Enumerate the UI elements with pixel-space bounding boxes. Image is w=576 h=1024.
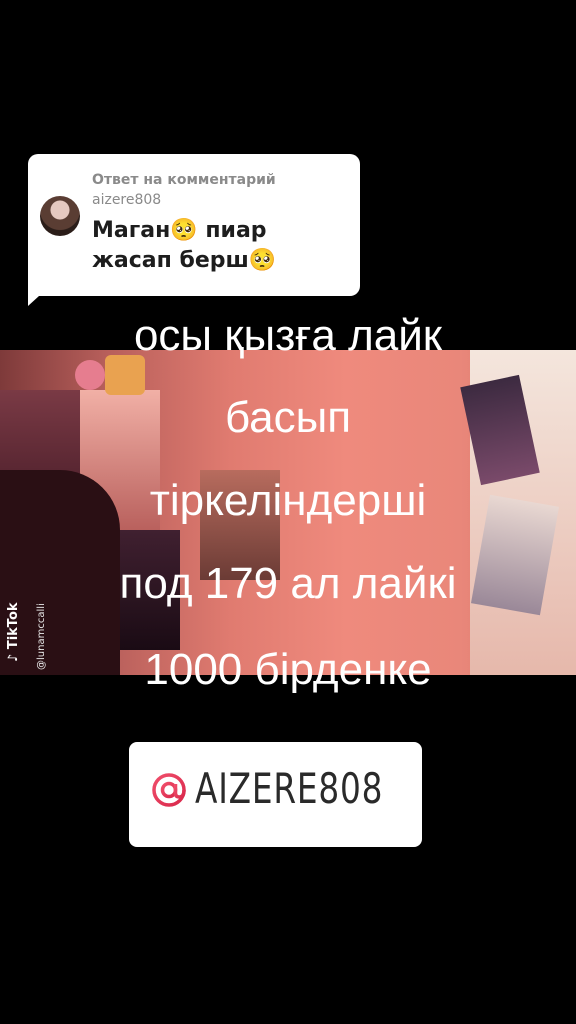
mention-handle: AIZERE808 [195, 764, 384, 813]
caption-line: 1000 бірденке [144, 645, 432, 694]
caption-line: тіркеліндерші [149, 476, 427, 525]
caption-line: осы қызға лайк [133, 311, 443, 360]
avatar [40, 196, 80, 236]
mention-sticker[interactable]: AIZERE808 [129, 742, 422, 847]
watermark-handle: @lunamccalli [36, 603, 47, 670]
patrick-toy [75, 360, 105, 390]
spongebob-toy [105, 355, 145, 395]
tiktok-watermark: ♪ TikTok @lunamccalli [6, 590, 56, 670]
at-sign-icon [152, 773, 186, 807]
tiktok-logo: ♪ TikTok [6, 602, 21, 662]
caption-line: басып [224, 393, 352, 442]
reply-comment-card[interactable]: Ответ на комментарий aizere808 Маган🥺 пи… [28, 154, 360, 296]
caption-line: под 179 ал лайкі [119, 559, 457, 608]
reply-username: aizere808 [92, 192, 162, 208]
reply-label: Ответ на комментарий [92, 172, 276, 188]
reply-comment-text: Маган🥺 пиар жасап берш🥺 [92, 218, 277, 273]
reply-bubble-tail [28, 286, 50, 306]
